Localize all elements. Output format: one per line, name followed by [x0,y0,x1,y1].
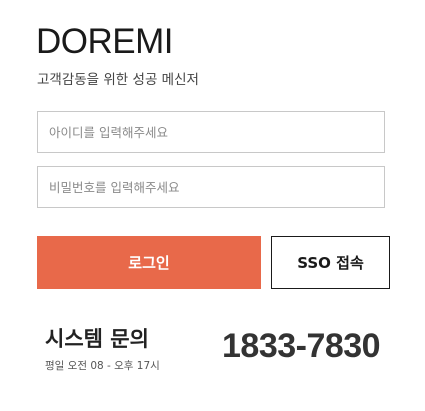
brand-logo: DOREMI [36,22,174,61]
login-page: DOREMI 고객감동을 위한 성공 메신저 로그인 SSO 접속 시스템 문의… [0,0,425,411]
user-id-input[interactable] [37,111,385,153]
support-title: 시스템 문의 [45,327,149,351]
login-button[interactable]: 로그인 [37,236,261,289]
sso-login-button[interactable]: SSO 접속 [271,236,390,289]
support-hours: 평일 오전 08 - 오후 17시 [45,360,160,372]
password-input[interactable] [37,166,385,208]
brand-tagline: 고객감동을 위한 성공 메신저 [37,72,199,88]
support-phone-number: 1833-7830 [222,327,381,365]
